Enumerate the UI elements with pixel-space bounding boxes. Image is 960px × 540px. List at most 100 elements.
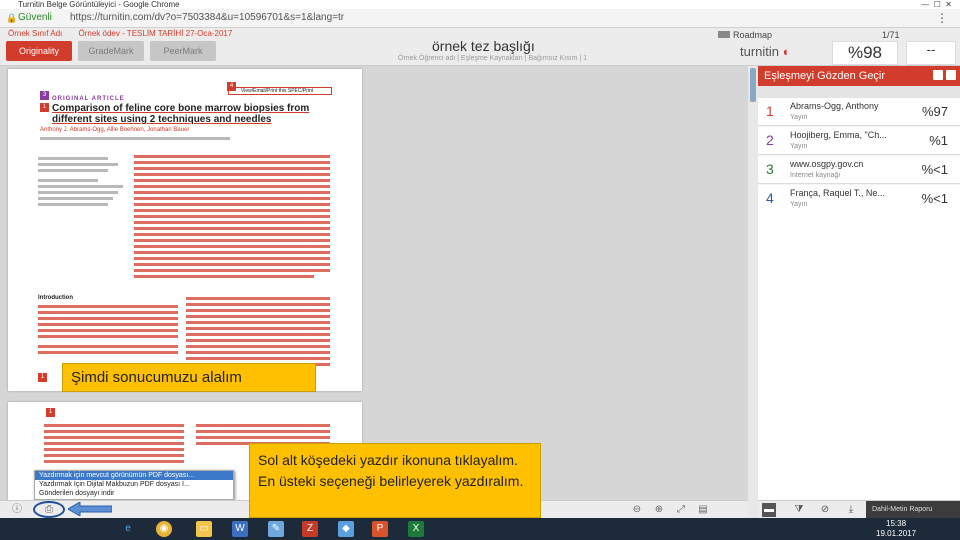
highlight-line [186,321,330,324]
match-percent: %<1 [921,191,948,206]
scrollbar-thumb[interactable] [750,68,756,102]
window-controls[interactable]: — ☐ ✕ [921,0,952,9]
window-titlebar: Turnitin Belge Görüntüleyici - Google Ch… [0,0,960,9]
text-line [38,197,113,200]
highlight-line [134,161,330,164]
text-only-report-button[interactable]: Dahil-Metin Raporu [866,501,960,519]
tab-peermark[interactable]: PeerMark [150,41,216,61]
similarity-score[interactable]: %98 [832,41,898,65]
grade-score[interactable]: -- [906,41,956,65]
roadmap-icon [718,31,730,38]
system-clock[interactable]: 15:38 19.01.2017 [876,519,916,539]
match-marker-purple[interactable]: 3 [40,91,49,100]
print-menu-item-current-view[interactable]: Yazdırmak için mevcut görünümün PDF dosy… [35,471,233,480]
highlight-line [186,357,330,360]
folder-icon[interactable]: ▭ [196,521,212,537]
intro-heading: Introduction [38,295,73,301]
panel-close-icon[interactable] [946,70,956,80]
turnitin-header: Örnek Sınıf Adı Örnek ödev - TESLİM TARİ… [0,28,960,66]
download-icon[interactable]: ⤓ [844,503,858,517]
panel-title: Eşleşmeyi Gözden Geçir [764,70,886,82]
highlight-line [196,424,330,427]
match-percent: %97 [921,104,948,119]
highlight-line [186,333,330,336]
match-number: 2 [766,132,774,148]
highlight-line [134,257,330,260]
filezilla-icon[interactable]: Z [302,521,318,537]
highlight-line [196,436,330,439]
match-row[interactable]: 4 França, Raquel T., Ne... Yayın %<1 [758,185,960,213]
match-row[interactable]: 2 Hoojiberg, Emma, "Ch... Yayın %1 [758,127,960,155]
highlight-line [134,269,330,272]
match-source-name: França, Raquel T., Ne... [790,188,885,198]
filter-icon[interactable]: ⧩ [792,503,806,517]
panel-header-buttons [930,70,956,80]
lock-icon: 🔒 [6,13,18,23]
article-authors: Anthony J. Abrams-Ogg, Allie Boehnen, Jo… [40,127,190,133]
document-subtitle: Örnek Öğrenci adı | Eşleşme Kaynakları |… [398,55,588,62]
highlight-line [44,424,184,427]
highlight-line [134,227,330,230]
crumb-class[interactable]: Örnek Sınıf Adı [8,29,62,38]
box-icon[interactable]: ◆ [338,521,354,537]
viewer-scrollbar[interactable] [748,66,758,518]
panel-subheader [758,86,960,98]
match-marker[interactable]: 1 [46,408,55,417]
url-text[interactable]: https://turnitin.com/dv?o=7503384&u=1059… [70,12,344,23]
match-source-type: İnternet kaynağı [790,172,841,179]
highlight-line [134,239,330,242]
match-source-name: www.osgpy.gov.cn [790,159,864,169]
match-row[interactable]: 1 Abrams-Ogg, Anthony Yayın %97 [758,98,960,126]
crumb-assignment[interactable]: Örnek ödev - TESLİM TARİHİ 27-Oca-2017 [78,29,232,38]
edge-icon[interactable]: e [120,521,136,537]
address-bar[interactable]: 🔒 Güvenli https://turnitin.com/dv?o=7503… [0,9,960,28]
panel-list-icon[interactable] [933,70,943,80]
zoom-in-icon[interactable]: ⊕ [652,503,666,517]
highlight-line [134,155,330,158]
highlight-line [44,460,184,463]
match-number: 4 [766,190,774,206]
tab-originality[interactable]: Originality [6,41,72,61]
highlight-line [134,185,330,188]
roadmap-button[interactable]: Roadmap [718,30,772,40]
text-line [38,191,118,194]
match-source-type: Yayın [790,143,808,150]
match-number: 3 [766,161,774,177]
print-menu-item-download[interactable]: Gönderilen dosyayı indir [35,489,233,498]
match-marker[interactable]: 1 [38,373,47,382]
match-source-type: Yayın [790,201,808,208]
tab-grademark[interactable]: GradeMark [78,41,144,61]
word-icon[interactable]: W [232,521,248,537]
highlight-line [134,173,330,176]
highlight-line [44,448,184,451]
panel-empty-area [758,210,960,500]
text-line [38,179,98,182]
highlight-line [186,297,330,300]
highlight-line [38,305,178,308]
match-overview-panel: Eşleşmeyi Gözden Geçir 1 Abrams-Ogg, Ant… [758,66,960,519]
match-marker[interactable]: 1 [40,103,49,112]
header-box: View/Email/Print this SPEC/Print [228,87,332,95]
highlight-line [186,327,330,330]
chrome-icon[interactable]: ◉ [156,521,172,537]
highlight-line [186,351,330,354]
text-only-icon[interactable]: ▤ [696,503,710,517]
fit-page-icon[interactable]: ⤢ [674,503,688,517]
excel-icon[interactable]: X [408,521,424,537]
pointer-arrow-icon [68,502,112,516]
affiliation-line [40,137,230,140]
more-options-icon[interactable]: ⋮ [936,11,948,25]
exclude-icon[interactable]: ⊘ [818,503,832,517]
windows-taskbar: e ◉ ▭ W ✎ Z ◆ P X 15:38 19.01.2017 [0,518,960,540]
highlight-line [134,233,330,236]
powerpoint-icon[interactable]: P [372,521,388,537]
match-row[interactable]: 3 www.osgpy.gov.cn İnternet kaynağı %<1 [758,156,960,184]
layers-icon[interactable]: ▬ [762,503,776,517]
info-icon[interactable]: ⓘ [10,503,24,517]
paint-icon[interactable]: ✎ [268,521,284,537]
zoom-out-icon[interactable]: ⊖ [630,503,644,517]
logo-text: turnitin [740,44,780,59]
highlight-line [38,329,178,332]
print-menu-item-receipt[interactable]: Yazdırmak İçin Dijital Makbuzun PDF dosy… [35,480,233,489]
mode-tabs: Originality GradeMark PeerMark [6,41,222,61]
